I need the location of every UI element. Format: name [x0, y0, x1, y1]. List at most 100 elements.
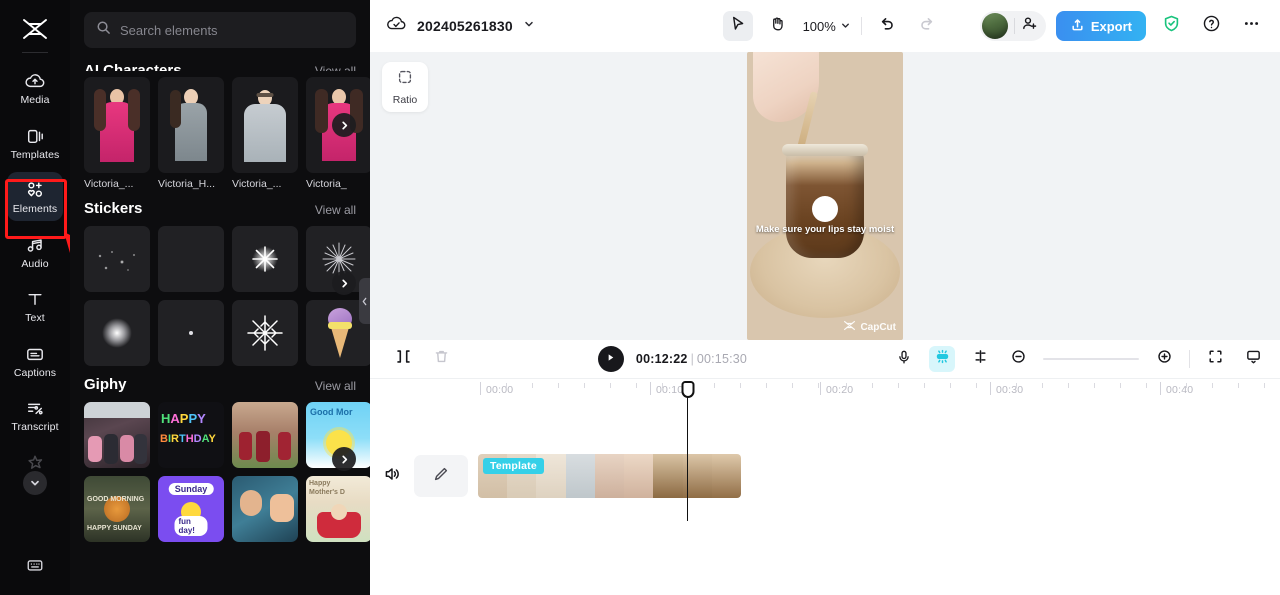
- zoom-level-value: 100%: [802, 18, 836, 34]
- music-note-icon: [24, 234, 46, 256]
- search-box[interactable]: [84, 12, 356, 48]
- add-person-icon[interactable]: [1021, 15, 1038, 37]
- undo-button[interactable]: [872, 11, 902, 41]
- split-clip-button[interactable]: [390, 346, 416, 372]
- sidebar-item-transcript[interactable]: Transcript: [7, 390, 63, 439]
- section-header-giphy: Giphy View all: [70, 376, 370, 393]
- capcut-logo-icon[interactable]: [15, 12, 55, 46]
- stickers-grid-row1: [70, 226, 370, 292]
- trash-icon: [433, 348, 450, 370]
- search-input[interactable]: [120, 22, 344, 38]
- timeline-playhead[interactable]: [681, 381, 694, 521]
- giphy-item[interactable]: [84, 402, 150, 468]
- ratio-button[interactable]: Ratio: [382, 62, 428, 112]
- track-edit-button[interactable]: [414, 455, 468, 497]
- sticker-item[interactable]: [232, 300, 298, 366]
- ruler-label: 00:00: [486, 384, 514, 396]
- more-options-button[interactable]: [1236, 11, 1266, 41]
- sidebar-item-audio[interactable]: Audio: [7, 227, 63, 276]
- view-all-link[interactable]: View all: [315, 203, 356, 217]
- play-button[interactable]: [597, 346, 624, 372]
- view-all-link[interactable]: View all: [315, 379, 356, 393]
- redo-button[interactable]: [912, 11, 942, 41]
- keyboard-shortcuts-button[interactable]: [0, 556, 70, 579]
- sticker-item[interactable]: [158, 226, 224, 292]
- sidebar-item-label: Text: [25, 312, 45, 325]
- giphy-rows: HAPPY BIRTHDAY Good Mor GOOD MORNING HAP…: [70, 402, 370, 542]
- panel-collapse-handle[interactable]: [359, 278, 370, 324]
- sticker-item[interactable]: [158, 300, 224, 366]
- total-time: 00:15:30: [696, 352, 748, 366]
- giphy-item[interactable]: [232, 402, 298, 468]
- zoom-out-button[interactable]: [1005, 346, 1031, 372]
- sidebar-item-media[interactable]: Media: [7, 63, 63, 112]
- collaborators-control[interactable]: [979, 11, 1046, 41]
- project-dropdown-icon[interactable]: [523, 17, 535, 35]
- toggle-panel-icon: [1245, 348, 1262, 370]
- current-time: 00:12:22: [635, 352, 688, 366]
- ai-character-label: Victoria_...: [232, 178, 282, 190]
- sidebar-item-elements[interactable]: Elements: [7, 172, 63, 221]
- timeline[interactable]: 00:00 00:10 00:20 00:30 00:40 Template: [370, 378, 1280, 595]
- ai-character-thumbnail[interactable]: [158, 77, 224, 173]
- main-area: 202405261830 100% Export Ratio Make sure…: [370, 0, 1280, 595]
- ai-character-thumbnail[interactable]: [232, 77, 298, 173]
- fit-to-screen-button[interactable]: [1202, 346, 1228, 372]
- record-voiceover-button[interactable]: [891, 346, 917, 372]
- ai-character-item[interactable]: Victoria_...: [84, 77, 150, 190]
- section-header-ai-characters: AI Characters View all: [70, 58, 370, 71]
- giphy-item[interactable]: HAPPY BIRTHDAY: [158, 402, 224, 468]
- hand-tool-button[interactable]: [763, 11, 793, 41]
- help-button[interactable]: [1196, 11, 1226, 41]
- view-all-link[interactable]: View all: [315, 64, 356, 71]
- sidebar-item-templates[interactable]: Templates: [7, 118, 63, 167]
- ratio-label: Ratio: [392, 94, 418, 106]
- track-volume-button[interactable]: [370, 465, 414, 488]
- ai-character-item[interactable]: Victoria_...: [232, 77, 298, 190]
- audio-stretch-button[interactable]: [929, 346, 955, 372]
- delete-button[interactable]: [428, 346, 454, 372]
- stickers-next-button[interactable]: [332, 271, 356, 295]
- select-tool-button[interactable]: [722, 11, 753, 41]
- giphy-next-button[interactable]: [332, 447, 356, 471]
- timeline-clip[interactable]: Template: [478, 454, 741, 498]
- player-divider: [1189, 350, 1190, 368]
- watermark-text: CapCut: [860, 321, 896, 333]
- giphy-item[interactable]: Happy Mother's D: [306, 476, 370, 542]
- timeline-ruler[interactable]: 00:00 00:10 00:20 00:30 00:40: [370, 379, 1280, 405]
- ai-characters-next-button[interactable]: [332, 113, 356, 137]
- sidebar-item-text[interactable]: Text: [7, 281, 63, 330]
- giphy-item[interactable]: Sunday fun day!: [158, 476, 224, 542]
- speaker-volume-icon: [383, 465, 401, 488]
- cloud-upload-icon: [24, 70, 46, 92]
- ai-character-item[interactable]: Victoria_H...: [158, 77, 224, 190]
- templates-icon: [24, 125, 46, 147]
- project-name[interactable]: 202405261830: [417, 18, 513, 34]
- plus-circle-icon: [1156, 348, 1173, 370]
- sticker-item[interactable]: [84, 300, 150, 366]
- security-badge-button[interactable]: [1156, 11, 1186, 41]
- zoom-level-control[interactable]: 100%: [803, 19, 851, 34]
- search-icon: [96, 20, 111, 40]
- timeline-zoom-slider[interactable]: [1043, 358, 1139, 360]
- ai-character-label: Victoria_H...: [158, 178, 215, 190]
- player-toolbar: 00:12:22 | 00:15:30: [370, 340, 1280, 378]
- section-title: Stickers: [84, 200, 143, 217]
- export-button[interactable]: Export: [1055, 11, 1146, 41]
- cursor-arrow-icon: [729, 15, 746, 37]
- sticker-item[interactable]: [232, 226, 298, 292]
- rail-collapse-button[interactable]: [23, 470, 47, 495]
- ai-characters-row: Victoria_... Victoria_H... Victoria_... …: [70, 77, 370, 190]
- toggle-panel-button[interactable]: [1240, 346, 1266, 372]
- giphy-item[interactable]: GOOD MORNING HAPPY SUNDAY: [84, 476, 150, 542]
- playhead-handle[interactable]: [681, 381, 694, 398]
- sticker-item[interactable]: [84, 226, 150, 292]
- split-clip-button-2[interactable]: [967, 346, 993, 372]
- video-preview[interactable]: Make sure your lips stay moist CapCut: [747, 52, 903, 340]
- shield-check-icon: [1162, 14, 1181, 38]
- sidebar-item-captions[interactable]: Captions: [7, 336, 63, 385]
- ai-character-thumbnail[interactable]: [84, 77, 150, 173]
- zoom-in-button[interactable]: [1151, 346, 1177, 372]
- giphy-item[interactable]: [232, 476, 298, 542]
- avatar[interactable]: [981, 13, 1008, 39]
